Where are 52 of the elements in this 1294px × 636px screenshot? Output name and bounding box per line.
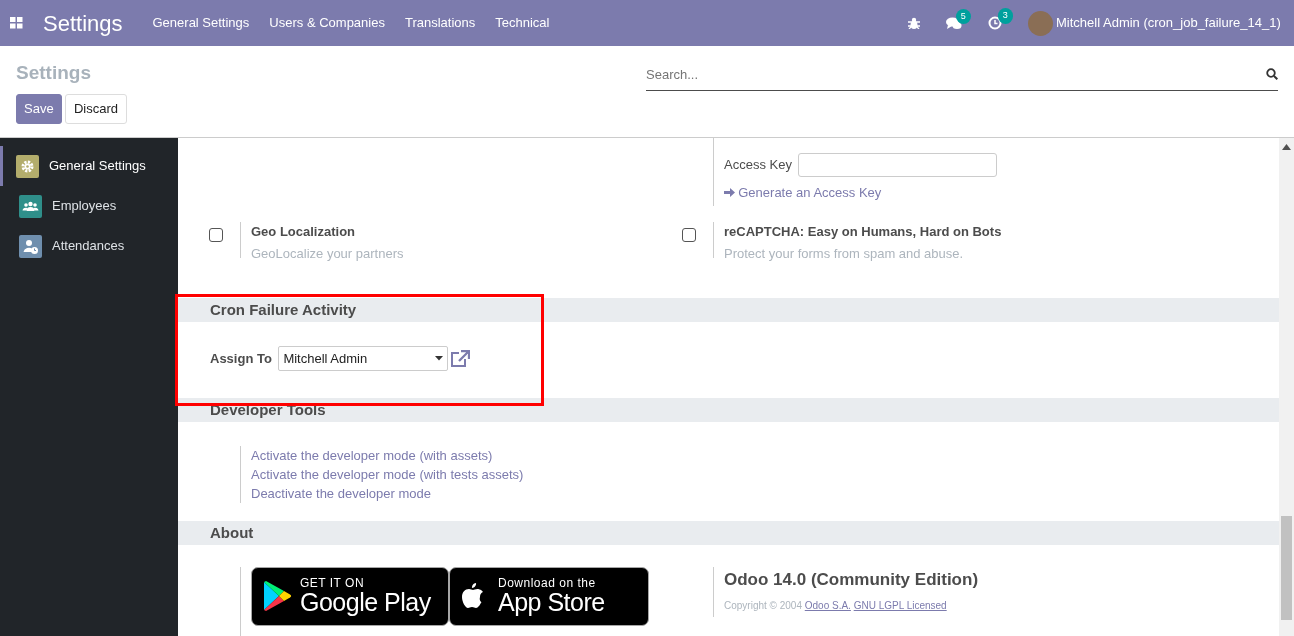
footer-link[interactable]: Odoo S.A. (804, 600, 851, 612)
generate-access-key-link[interactable]: Generate an Access Key (724, 183, 882, 203)
menu-item[interactable]: Technical (495, 13, 550, 33)
setting-description: GeoLocalize your partners (251, 245, 404, 264)
checkbox[interactable] (682, 227, 696, 242)
external-link-icon[interactable] (450, 349, 471, 368)
badge-caption: GET IT ON (300, 577, 366, 590)
user-select-field[interactable]: Mitchell Admin (278, 346, 449, 372)
scrollbar-thumb[interactable] (1281, 516, 1292, 620)
menu-item[interactable]: Users & Companies (269, 13, 385, 33)
field-label: Assign To (210, 350, 272, 368)
sidebar-item[interactable]: Employees (0, 186, 178, 226)
user-name[interactable]: Mitchell Admin (cron_job_failure_14_1) (1056, 13, 1281, 33)
developer-mode-link[interactable]: Activate the developer mode (with tests assets) (251, 464, 524, 484)
search-icon[interactable] (1266, 68, 1278, 80)
activity-count-badge: 3 (997, 8, 1013, 24)
access-key-label: Access Key (724, 156, 792, 175)
store-badge[interactable]: Download on the App Store (449, 566, 649, 626)
footer-link[interactable]: GNU LGPL Licensed (853, 600, 947, 612)
discard-button[interactable]: Discard (64, 94, 127, 124)
scroll-up-icon[interactable] (1282, 144, 1291, 150)
caret-icon (435, 356, 444, 362)
developer-mode-link[interactable]: Activate the developer mode (with assets) (251, 445, 493, 465)
setting-description: Protect your forms from spam and abuse. (724, 245, 965, 264)
setting-title: reCAPTCHA: Easy on Humans, Hard on Bots (724, 222, 1002, 241)
save-button[interactable]: Save (16, 94, 62, 124)
play-triangle-icon (262, 581, 292, 612)
developer-mode-link[interactable]: Deactivate the developer mode (251, 483, 431, 503)
store-name: Google Play (300, 589, 431, 616)
version-title: Odoo 14.0 (Community Edition) (724, 568, 979, 591)
user-avatar (1027, 10, 1053, 36)
checkbox[interactable] (209, 227, 223, 242)
bug-icon[interactable] (907, 17, 920, 29)
message-count-badge: 5 (955, 8, 971, 24)
setting-title: Geo Localization (251, 222, 356, 241)
store-name: App Store (498, 589, 605, 616)
page-title: Settings (16, 61, 92, 85)
arrow-right-icon (724, 187, 735, 199)
badge-caption: Download on the (498, 577, 597, 590)
field-value: Mitchell Admin (283, 350, 368, 368)
copyright-text: Copyright © 2004 (724, 600, 803, 612)
section-header: About (178, 520, 1279, 545)
app-title: Settings (43, 9, 123, 38)
menu-item[interactable]: General Settings (152, 13, 250, 33)
clock-icon[interactable] (987, 16, 1002, 30)
menu-item[interactable]: Translations (404, 13, 476, 33)
access-key-field[interactable] (797, 153, 997, 177)
apps-menu-icon[interactable] (10, 17, 23, 29)
store-badge[interactable]: GET IT ON Google Play (251, 566, 449, 626)
section-header: Cron Failure Activity (178, 297, 1279, 322)
sidebar-item[interactable]: General Settings (0, 146, 178, 186)
sidebar-item[interactable]: Attendances (0, 226, 178, 266)
